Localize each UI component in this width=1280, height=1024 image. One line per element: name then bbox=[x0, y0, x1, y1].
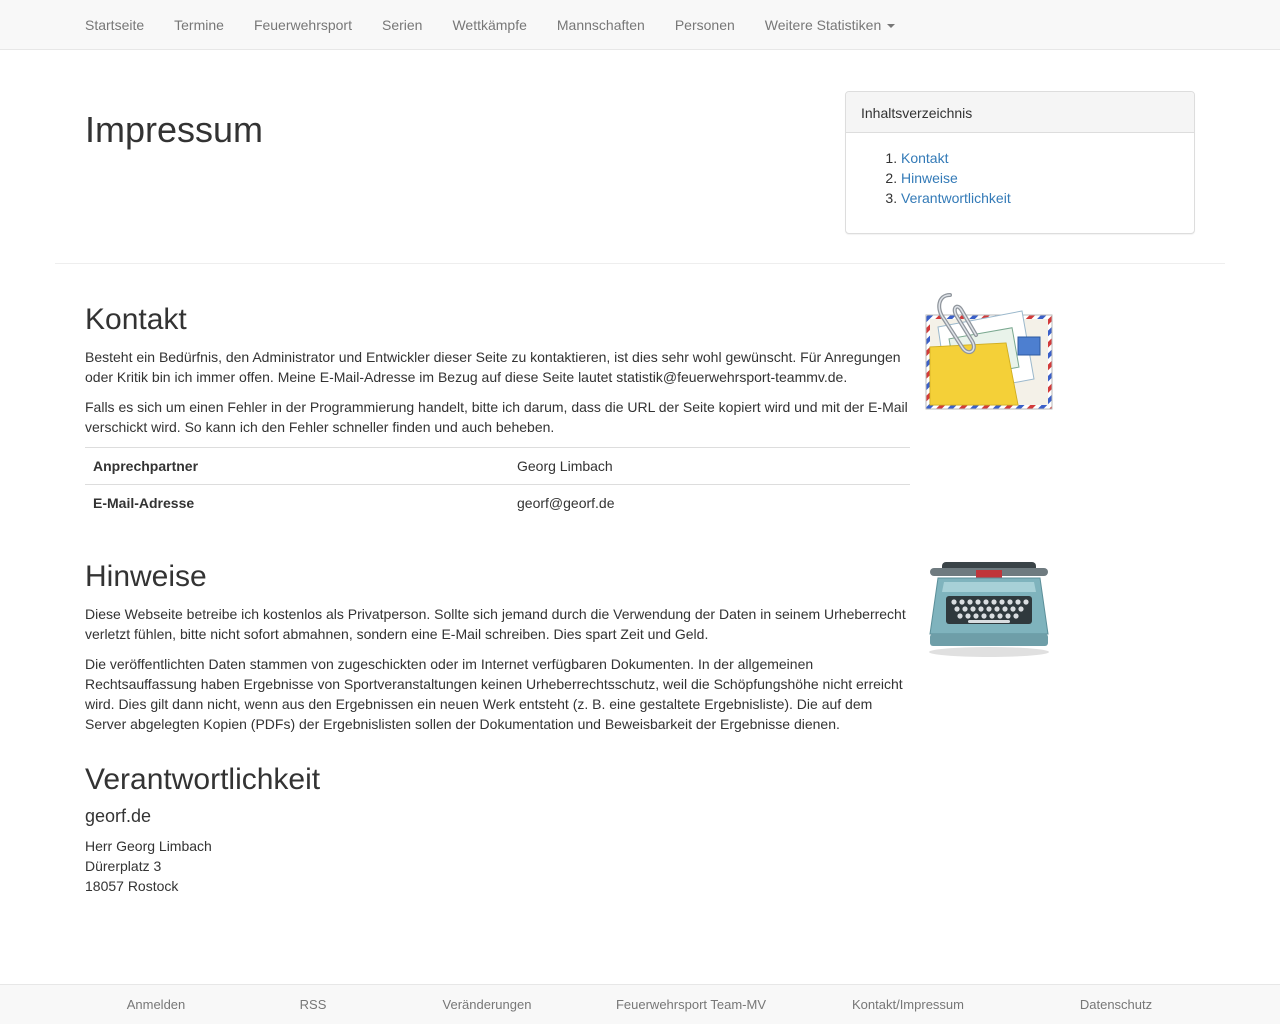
footer-link-anmelden[interactable]: Anmelden bbox=[127, 995, 186, 1015]
nav-item-wettkaempfe[interactable]: Wettkämpfe bbox=[437, 0, 541, 50]
table-row: Anprechpartner Georg Limbach bbox=[85, 447, 910, 485]
address-line-city: 18057 Rostock bbox=[85, 878, 179, 894]
toc-link-verantwortlichkeit[interactable]: Verantwortlichkeit bbox=[901, 190, 1011, 206]
footer-link-veraenderungen[interactable]: Veränderungen bbox=[443, 995, 532, 1015]
nav-item-serien[interactable]: Serien bbox=[367, 0, 437, 50]
toc-heading: Inhaltsverzeichnis bbox=[846, 92, 1194, 133]
hinweise-paragraph-1: Diese Webseite betreibe ich kostenlos al… bbox=[85, 606, 906, 642]
toc-list: Kontakt Hinweise Verantwortlichkeit bbox=[861, 148, 1179, 208]
contact-value-person: Georg Limbach bbox=[509, 447, 910, 485]
hinweise-title: Hinweise bbox=[85, 560, 207, 593]
contact-key-email: E-Mail-Adresse bbox=[85, 484, 509, 522]
kontakt-title: Kontakt bbox=[85, 303, 187, 336]
toc-panel: Inhaltsverzeichnis Kontakt Hinweise Vera… bbox=[845, 91, 1195, 234]
toc-item: Hinweise bbox=[901, 168, 1179, 188]
toc-body: Kontakt Hinweise Verantwortlichkeit bbox=[846, 133, 1194, 223]
toc-item: Kontakt bbox=[901, 148, 1179, 168]
page-title: Impressum bbox=[85, 109, 264, 150]
nav-item-personen[interactable]: Personen bbox=[660, 0, 750, 50]
nav-item-feuerwehrsport[interactable]: Feuerwehrsport bbox=[239, 0, 367, 50]
site-name: georf.de bbox=[85, 806, 152, 826]
hinweise-paragraph-2: Die veröffentlichten Daten stammen von z… bbox=[85, 656, 903, 732]
footer-link-rss[interactable]: RSS bbox=[300, 995, 327, 1015]
toc-item: Verantwortlichkeit bbox=[901, 188, 1179, 208]
footer: Anmelden RSS Veränderungen Feuerwehrspor… bbox=[0, 984, 1280, 1024]
nav-item-mannschaften[interactable]: Mannschaften bbox=[542, 0, 660, 50]
nav-dropdown-weitere-statistiken[interactable]: Weitere Statistiken bbox=[750, 0, 910, 50]
footer-link-feuerwehrsport-team-mv[interactable]: Feuerwehrsport Team-MV bbox=[616, 995, 766, 1015]
toc-link-kontakt[interactable]: Kontakt bbox=[901, 150, 948, 166]
header-divider bbox=[55, 263, 1225, 264]
footer-link-datenschutz[interactable]: Datenschutz bbox=[1080, 995, 1152, 1015]
top-navbar: Startseite Termine Feuerwehrsport Serien… bbox=[0, 0, 1280, 50]
table-row: E-Mail-Adresse georf@georf.de bbox=[85, 484, 910, 522]
caret-down-icon bbox=[887, 24, 896, 29]
kontakt-paragraph-1: Besteht ein Bedürfnis, den Administrator… bbox=[85, 349, 901, 385]
mail-icon bbox=[922, 287, 1056, 413]
kontakt-paragraph-2: Falls es sich um einen Fehler in der Pro… bbox=[85, 399, 908, 435]
nav-item-termine[interactable]: Termine bbox=[159, 0, 239, 50]
nav-menu: Startseite Termine Feuerwehrsport Serien… bbox=[0, 0, 1280, 50]
toc-link-hinweise[interactable]: Hinweise bbox=[901, 170, 958, 186]
address-line-street: Dürerplatz 3 bbox=[85, 858, 162, 874]
footer-link-kontakt-impressum[interactable]: Kontakt/Impressum bbox=[852, 995, 964, 1015]
nav-item-startseite[interactable]: Startseite bbox=[70, 0, 159, 50]
verantwortlichkeit-title: Verantwortlichkeit bbox=[85, 763, 321, 796]
nav-dropdown-label: Weitere Statistiken bbox=[764, 17, 882, 33]
typewriter-icon bbox=[924, 556, 1054, 658]
contact-key-person: Anprechpartner bbox=[85, 447, 509, 485]
address-block: Herr Georg Limbach Dürerplatz 3 18057 Ro… bbox=[85, 836, 212, 896]
contact-table: Anprechpartner Georg Limbach E-Mail-Adre… bbox=[85, 447, 910, 522]
address-line-name: Herr Georg Limbach bbox=[85, 838, 212, 854]
contact-value-email: georf@georf.de bbox=[509, 484, 910, 522]
